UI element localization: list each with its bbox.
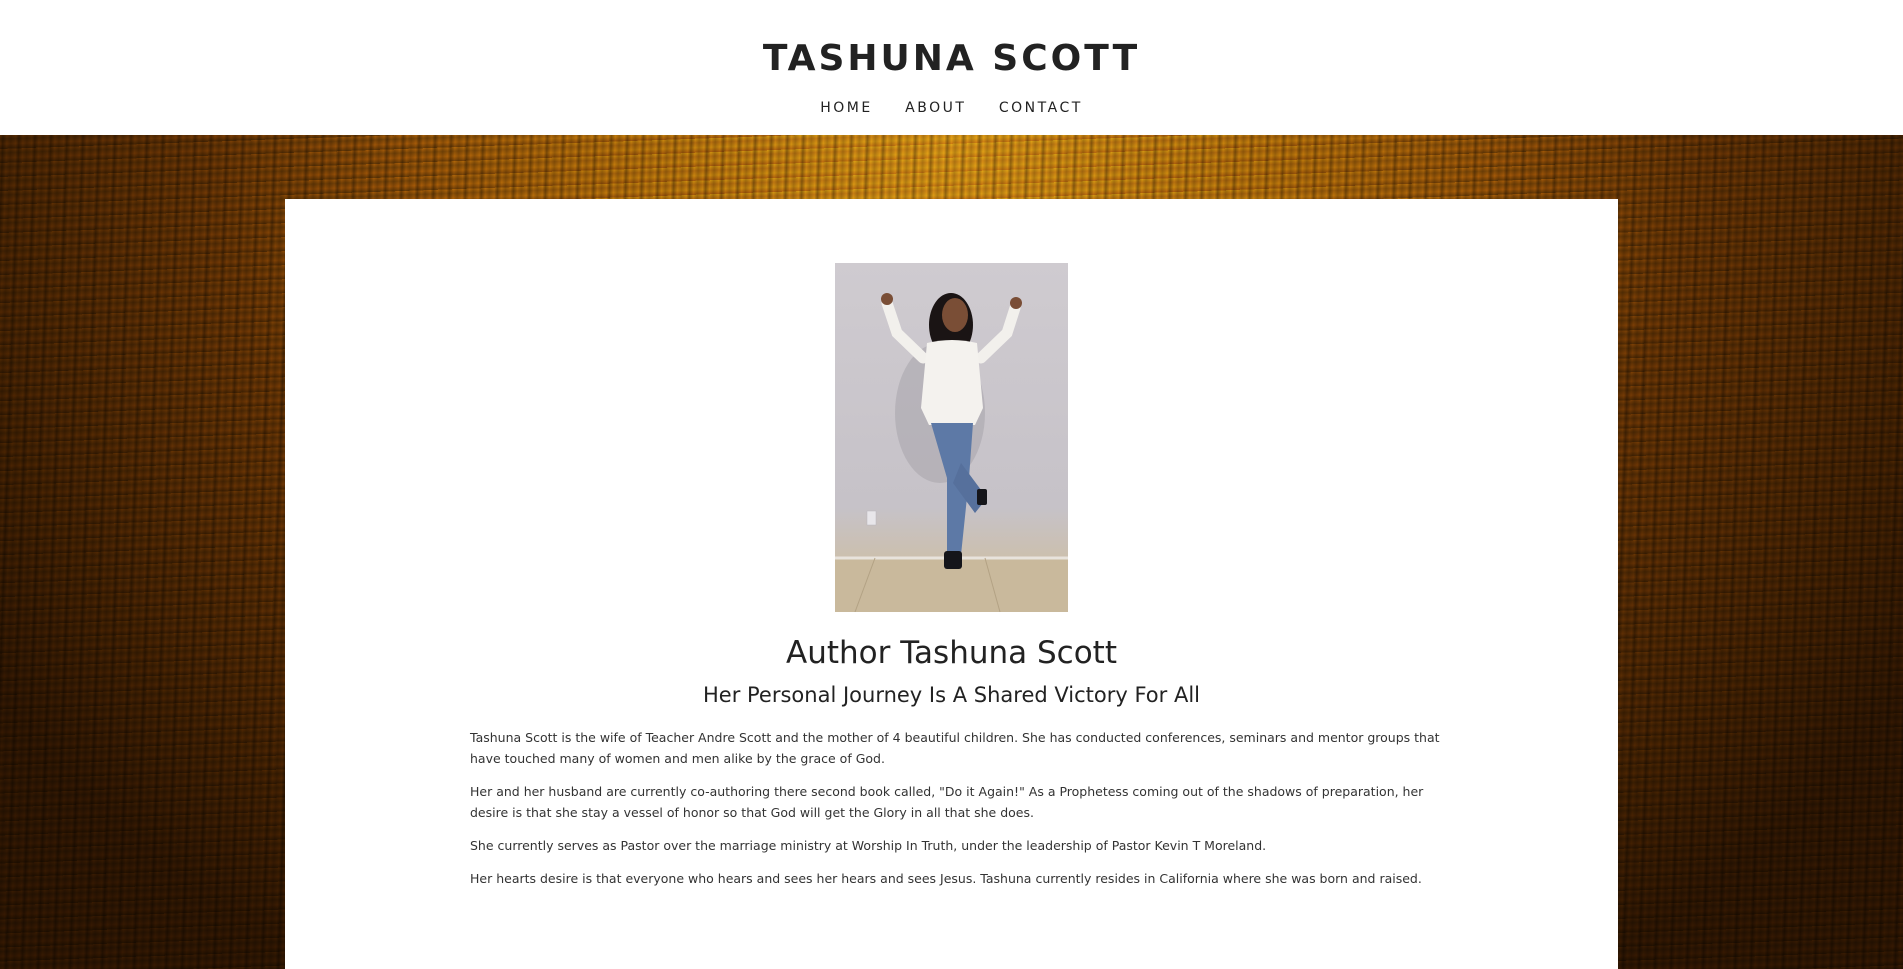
bio-paragraph: Her and her husband are currently co-aut… — [470, 784, 1424, 820]
bio-paragraph: She currently serves as Pastor over the … — [470, 838, 1267, 853]
page-subheading: Her Personal Journey Is A Shared Victory… — [703, 683, 1200, 707]
bio-paragraph: Her hearts desire is that everyone who h… — [470, 871, 1422, 886]
author-photo — [835, 263, 1068, 612]
nav-about-link[interactable]: ABOUT — [905, 100, 966, 116]
nav-contact-link[interactable]: CONTACT — [999, 100, 1083, 116]
author-photo-illustration — [835, 293, 1068, 612]
content-card: Author Tashuna Scott Her Personal Journe… — [285, 199, 1618, 969]
bio-paragraph: Tashuna Scott is the wife of Teacher And… — [470, 730, 1440, 766]
site-header: TASHUNA SCOTT HOME ABOUT CONTACT — [0, 0, 1903, 135]
main-nav: HOME ABOUT CONTACT — [0, 99, 1903, 117]
site-title[interactable]: TASHUNA SCOTT — [0, 38, 1903, 79]
bio-text: Tashuna Scott is the wife of Teacher And… — [470, 727, 1445, 901]
page-heading: Author Tashuna Scott — [786, 635, 1117, 671]
nav-home-link[interactable]: HOME — [820, 100, 872, 116]
